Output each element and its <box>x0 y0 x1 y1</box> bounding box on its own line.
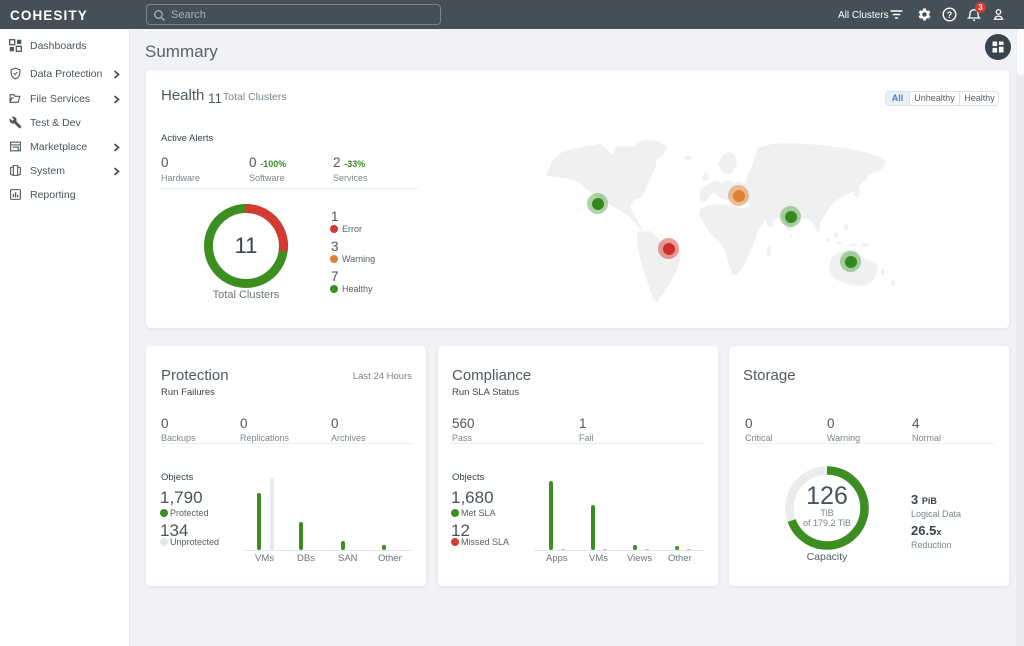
svg-text:?: ? <box>947 10 953 20</box>
